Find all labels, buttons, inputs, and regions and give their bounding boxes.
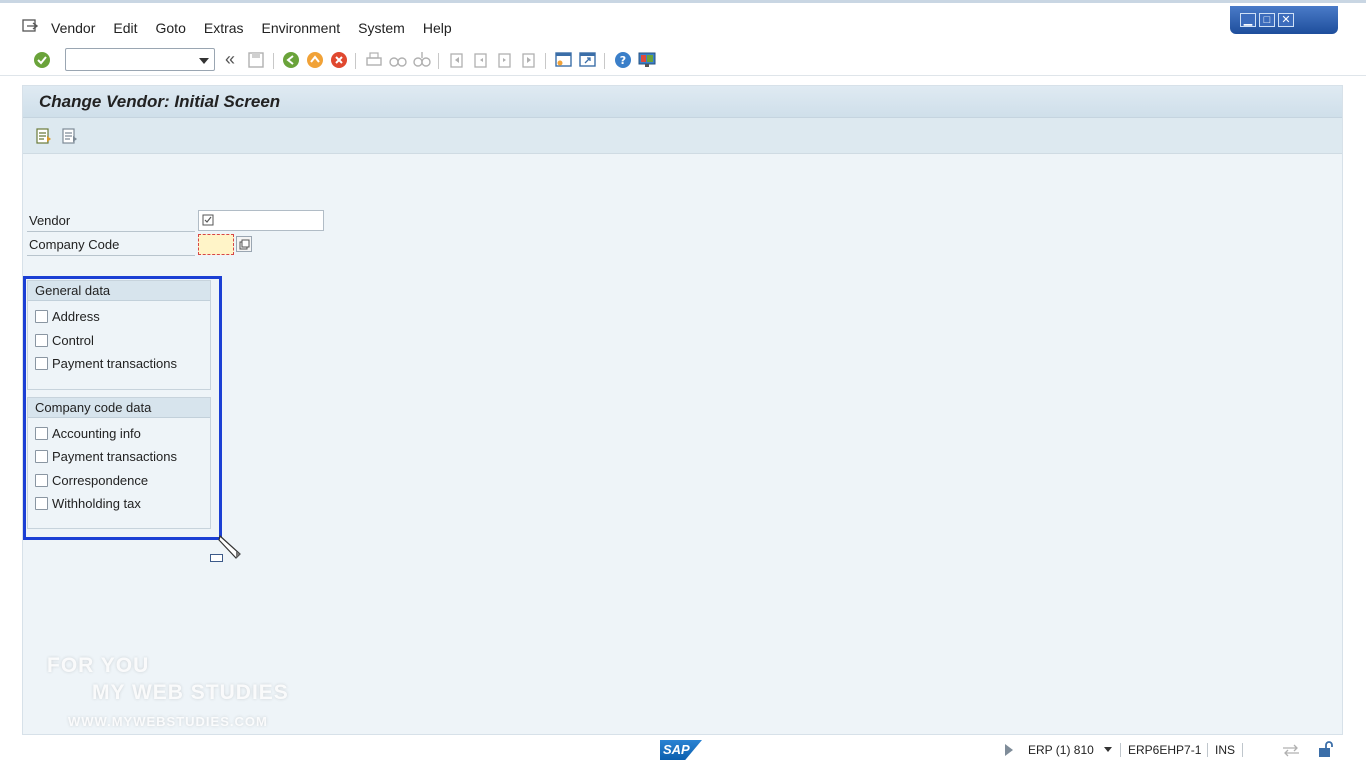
- back-icon[interactable]: [281, 50, 301, 70]
- value-help-button[interactable]: [236, 236, 252, 252]
- title-bar: Change Vendor: Initial Screen: [23, 86, 1342, 118]
- menu-environment[interactable]: Environment: [262, 20, 341, 36]
- checkbox-row-cc-payment[interactable]: Payment transactions: [35, 449, 177, 464]
- window-controls: ▁ □ ✕: [1230, 6, 1338, 34]
- toolbar-divider: [438, 53, 439, 69]
- required-entry-icon: [202, 214, 214, 226]
- cursor-drag-marker: [210, 554, 223, 562]
- next-page-icon[interactable]: [495, 50, 515, 70]
- checkbox-row-accounting[interactable]: Accounting info: [35, 426, 141, 441]
- chevron-down-icon[interactable]: [1104, 747, 1112, 752]
- control-label: Control: [52, 333, 94, 348]
- correspondence-checkbox[interactable]: [35, 474, 48, 487]
- page-title: Change Vendor: Initial Screen: [39, 92, 281, 111]
- vendor-label: Vendor: [29, 213, 71, 228]
- general-payment-transactions-label: Payment transactions: [52, 356, 178, 371]
- correspondence-label: Correspondence: [52, 473, 149, 488]
- value-help-icon: [239, 239, 250, 250]
- checkbox-row-address[interactable]: Address: [35, 309, 100, 324]
- print-icon[interactable]: [364, 50, 384, 70]
- deselect-all-icon[interactable]: [61, 127, 79, 145]
- vendor-input[interactable]: [198, 210, 324, 231]
- general-payment-transactions-checkbox[interactable]: [35, 357, 48, 370]
- status-divider: [1242, 743, 1243, 757]
- cc-payment-transactions-label: Payment transactions: [52, 449, 178, 464]
- accounting-info-label: Accounting info: [52, 426, 141, 441]
- general-data-heading: General data: [28, 281, 210, 301]
- menu-items: Vendor Edit Goto Extras Environment Syst…: [51, 20, 470, 36]
- chevron-down-icon[interactable]: [199, 58, 209, 64]
- checkbox-row-withholding[interactable]: Withholding tax: [35, 496, 141, 511]
- toolbar-divider: [545, 53, 546, 69]
- minimize-icon[interactable]: ▁: [1240, 13, 1256, 27]
- first-page-icon[interactable]: [447, 50, 467, 70]
- connection-icon: [1283, 744, 1299, 757]
- customize-layout-icon[interactable]: [637, 50, 657, 70]
- watermark-line3: WWW.MYWEBSTUDIES.COM: [68, 714, 268, 729]
- exit-icon[interactable]: [305, 50, 325, 70]
- command-field[interactable]: [65, 48, 215, 71]
- create-session-icon[interactable]: [554, 50, 574, 70]
- status-system: ERP (1) 810: [1028, 743, 1094, 757]
- accounting-info-checkbox[interactable]: [35, 427, 48, 440]
- checkbox-row-general-payment[interactable]: Payment transactions: [35, 356, 177, 371]
- cancel-icon[interactable]: [329, 50, 349, 70]
- menu-bar: Vendor Edit Goto Extras Environment Syst…: [0, 0, 1366, 44]
- maximize-icon[interactable]: □: [1259, 13, 1275, 27]
- address-checkbox[interactable]: [35, 310, 48, 323]
- find-icon[interactable]: [388, 50, 408, 70]
- save-icon[interactable]: [246, 50, 266, 70]
- withholding-tax-label: Withholding tax: [52, 496, 141, 511]
- status-expand-icon[interactable]: [1005, 744, 1013, 756]
- company-code-label-underline: [27, 255, 195, 256]
- menu-goto[interactable]: Goto: [156, 20, 186, 36]
- menu-help[interactable]: Help: [423, 20, 452, 36]
- checkbox-row-correspondence[interactable]: Correspondence: [35, 473, 148, 488]
- toolbar-divider: [273, 53, 274, 69]
- menu-edit[interactable]: Edit: [113, 20, 137, 36]
- find-next-icon[interactable]: [412, 50, 432, 70]
- menu-system[interactable]: System: [358, 20, 405, 36]
- status-divider: [1207, 743, 1208, 757]
- shortcut-icon[interactable]: [578, 50, 598, 70]
- cc-payment-transactions-checkbox[interactable]: [35, 450, 48, 463]
- general-data-group: General data Address Control Payment tra…: [27, 280, 211, 390]
- watermark-line1: FOR YOU: [47, 654, 150, 677]
- enter-check-icon[interactable]: [32, 50, 52, 70]
- lock-icon[interactable]: [1317, 740, 1335, 758]
- company-code-input[interactable]: [198, 234, 234, 255]
- status-mode: INS: [1215, 743, 1236, 757]
- menu-exit-icon[interactable]: [22, 19, 38, 33]
- toolbar-divider: [604, 53, 605, 69]
- help-icon[interactable]: ?: [613, 50, 633, 70]
- watermark-line2: MY WEB STUDIES: [92, 681, 289, 704]
- status-bar: SAP ERP (1) 810 ERP6EHP7-1 INS: [0, 738, 1366, 768]
- standard-toolbar: « ?: [0, 44, 1366, 76]
- menu-vendor[interactable]: Vendor: [51, 20, 95, 36]
- toolbar-divider: [355, 53, 356, 69]
- last-page-icon[interactable]: [519, 50, 539, 70]
- address-label: Address: [52, 309, 100, 324]
- control-checkbox[interactable]: [35, 334, 48, 347]
- withholding-tax-checkbox[interactable]: [35, 497, 48, 510]
- collapse-command-icon[interactable]: «: [225, 49, 235, 70]
- previous-page-icon[interactable]: [471, 50, 491, 70]
- select-all-icon[interactable]: [35, 127, 53, 145]
- menu-extras[interactable]: Extras: [204, 20, 244, 36]
- close-icon[interactable]: ✕: [1278, 13, 1294, 27]
- company-code-data-group: Company code data Accounting info Paymen…: [27, 397, 211, 529]
- application-toolbar: [23, 118, 1342, 154]
- status-server: ERP6EHP7-1: [1128, 743, 1202, 757]
- status-divider: [1120, 743, 1121, 757]
- company-code-data-heading: Company code data: [28, 398, 210, 418]
- svg-text:?: ?: [620, 54, 626, 67]
- vendor-label-underline: [27, 231, 195, 232]
- main-screen: Change Vendor: Initial Screen Vendor Com…: [22, 85, 1343, 735]
- sap-logo: SAP: [660, 740, 702, 760]
- company-code-label: Company Code: [29, 237, 120, 252]
- checkbox-row-control[interactable]: Control: [35, 333, 94, 348]
